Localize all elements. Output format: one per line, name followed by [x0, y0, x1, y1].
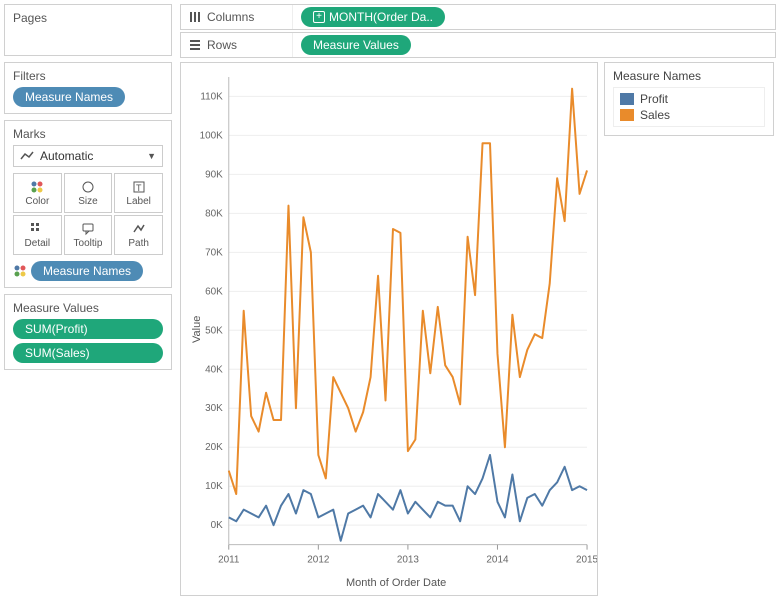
y-axis-label: Value [191, 316, 203, 343]
size-icon [81, 180, 95, 194]
color-icon [30, 180, 44, 194]
svg-text:100K: 100K [200, 130, 224, 141]
svg-text:30K: 30K [205, 403, 223, 414]
svg-text:2015: 2015 [576, 555, 597, 566]
line-chart: 0K 10K 20K 30K 40K 50K 60K 70K 80K 90K 100K 110K 201… [181, 63, 597, 594]
marks-label-label: Label [126, 196, 150, 207]
detail-icon [30, 222, 44, 236]
measure-values-title: Measure Values [13, 301, 163, 315]
columns-shelf[interactable]: Columns + MONTH(Order Da.. [180, 4, 776, 30]
marks-color-label: Color [25, 196, 49, 207]
legend-item-sales[interactable]: Sales [620, 108, 758, 122]
marks-type-dropdown[interactable]: Automatic ▼ [13, 145, 163, 167]
marks-path-label: Path [128, 238, 149, 249]
swatch-profit [620, 93, 634, 105]
svg-text:70K: 70K [205, 247, 223, 258]
svg-text:2014: 2014 [486, 555, 509, 566]
svg-text:T: T [136, 183, 142, 193]
marks-detail-label: Detail [25, 238, 51, 249]
rows-pill-measure-values[interactable]: Measure Values [301, 35, 411, 55]
svg-text:20K: 20K [205, 442, 223, 453]
marks-type-label: Automatic [40, 149, 93, 163]
svg-text:0K: 0K [211, 520, 224, 531]
marks-tooltip-label: Tooltip [74, 238, 103, 249]
svg-text:110K: 110K [200, 91, 223, 102]
path-icon [132, 222, 146, 236]
mv-pill-profit[interactable]: SUM(Profit) [13, 319, 163, 339]
pages-title: Pages [13, 11, 163, 25]
color-icon [13, 264, 27, 278]
filters-panel: Filters Measure Names [4, 62, 172, 114]
tooltip-icon [81, 222, 95, 236]
expand-icon[interactable]: + [313, 11, 325, 23]
filter-pill-measure-names[interactable]: Measure Names [13, 87, 125, 107]
columns-pill-label: MONTH(Order Da.. [329, 10, 433, 24]
mv-pill-sales[interactable]: SUM(Sales) [13, 343, 163, 363]
rows-shelf[interactable]: Rows Measure Values [180, 32, 776, 58]
columns-label: Columns [207, 10, 254, 24]
legend-label-profit: Profit [640, 92, 668, 106]
swatch-sales [620, 109, 634, 121]
svg-text:2011: 2011 [218, 555, 240, 566]
pages-panel: Pages [4, 4, 172, 56]
legend-item-profit[interactable]: Profit [620, 92, 758, 106]
svg-text:40K: 40K [205, 364, 223, 375]
marks-label-button[interactable]: T Label [114, 173, 163, 213]
chart-viz[interactable]: 0K 10K 20K 30K 40K 50K 60K 70K 80K 90K 100K 110K 201… [180, 62, 598, 596]
label-icon: T [132, 180, 146, 194]
svg-text:90K: 90K [205, 169, 223, 180]
svg-text:50K: 50K [205, 325, 223, 336]
rows-label: Rows [207, 38, 237, 52]
svg-text:10K: 10K [205, 481, 223, 492]
chevron-down-icon: ▼ [147, 151, 156, 161]
columns-icon [189, 11, 201, 23]
svg-text:2012: 2012 [307, 555, 330, 566]
legend-panel: Measure Names Profit Sales [604, 62, 774, 136]
svg-text:2013: 2013 [397, 555, 420, 566]
marks-tooltip-button[interactable]: Tooltip [64, 215, 113, 255]
filters-title: Filters [13, 69, 163, 83]
line-icon [20, 151, 34, 161]
x-axis-label: Month of Order Date [346, 577, 446, 589]
measure-values-panel: Measure Values SUM(Profit) SUM(Sales) [4, 294, 172, 370]
legend-label-sales: Sales [640, 108, 670, 122]
marks-pill-measure-names[interactable]: Measure Names [31, 261, 143, 281]
rows-icon [189, 39, 201, 51]
svg-text:80K: 80K [205, 208, 223, 219]
columns-pill-month[interactable]: + MONTH(Order Da.. [301, 7, 445, 27]
marks-size-label: Size [78, 196, 97, 207]
legend-title: Measure Names [613, 69, 765, 83]
svg-text:60K: 60K [205, 286, 223, 297]
marks-size-button[interactable]: Size [64, 173, 113, 213]
marks-detail-button[interactable]: Detail [13, 215, 62, 255]
marks-path-button[interactable]: Path [114, 215, 163, 255]
marks-panel: Marks Automatic ▼ Color Size T Label [4, 120, 172, 288]
marks-color-button[interactable]: Color [13, 173, 62, 213]
marks-title: Marks [13, 127, 163, 141]
